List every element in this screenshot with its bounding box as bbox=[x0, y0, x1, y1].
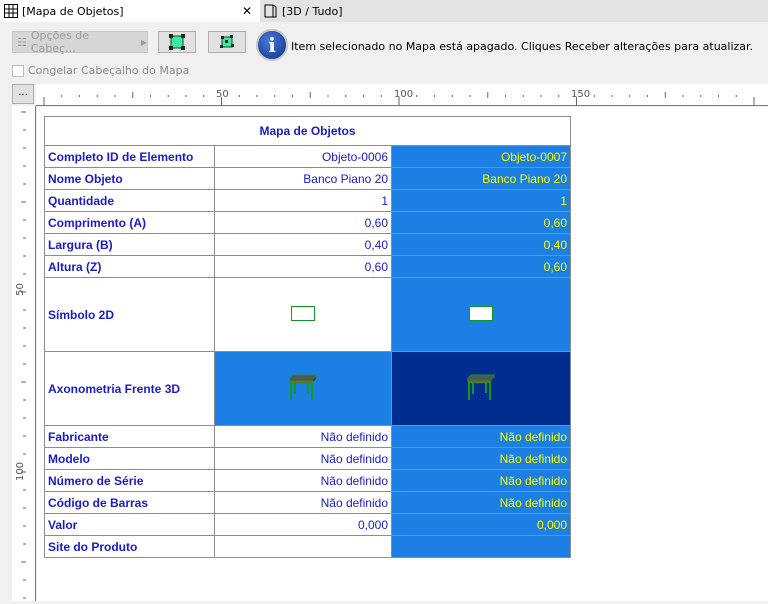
bench-3d-icon bbox=[467, 374, 495, 400]
row-label: Altura (Z) bbox=[44, 255, 215, 278]
value-cell[interactable]: Não definido bbox=[214, 425, 392, 448]
symbol-2d-icon bbox=[291, 305, 315, 321]
ruler-label: 100 bbox=[15, 461, 27, 482]
value-cell-selected[interactable]: Não definido bbox=[391, 491, 571, 514]
value-cell[interactable]: Não definido bbox=[214, 469, 392, 492]
table-row[interactable]: Axonometria Frente 3D bbox=[44, 351, 571, 426]
close-icon[interactable]: ✕ bbox=[242, 4, 252, 18]
row-label: Nome Objeto bbox=[44, 167, 215, 190]
ruler-label: 50 bbox=[14, 283, 26, 296]
value-cell-selected[interactable]: 0,40 bbox=[391, 233, 571, 256]
value-cell[interactable]: 0,000 bbox=[214, 513, 392, 536]
table-row[interactable]: Largura (B) 0,40 0,40 bbox=[44, 233, 571, 256]
table-row[interactable]: Modelo Não definido Não definido bbox=[44, 447, 571, 470]
value-cell-selected[interactable]: Não definido bbox=[391, 469, 571, 492]
tab-label: [Mapa de Objetos] bbox=[22, 4, 124, 18]
value-cell[interactable] bbox=[214, 535, 392, 558]
symbol-2d-icon bbox=[469, 305, 493, 321]
freeze-header-checkbox[interactable]: Congelar Cabeçalho do Mapa bbox=[12, 64, 189, 77]
ruler-label: 50 bbox=[216, 89, 229, 100]
table-row[interactable]: Número de Série Não definido Não definido bbox=[44, 469, 571, 492]
table-row[interactable]: Código de Barras Não definido Não definido bbox=[44, 491, 571, 514]
table-row[interactable]: Altura (Z) 0,60 0,60 bbox=[44, 255, 571, 278]
symbol-2d-cell[interactable] bbox=[214, 277, 392, 352]
row-label: Comprimento (A) bbox=[44, 211, 215, 234]
select-cube-icon bbox=[220, 35, 234, 48]
axonometry-3d-cell[interactable] bbox=[214, 351, 392, 426]
table-row[interactable]: Símbolo 2D bbox=[44, 277, 571, 352]
table-row[interactable]: Site do Produto bbox=[44, 535, 571, 558]
symbol-2d-cell[interactable] bbox=[391, 277, 571, 352]
more-button[interactable]: ... bbox=[12, 84, 34, 104]
value-cell-selected[interactable]: 0,60 bbox=[391, 255, 571, 278]
select-element-button[interactable] bbox=[158, 31, 196, 53]
table-row[interactable]: Completo ID de Elemento Objeto-0006 Objeto… bbox=[44, 145, 571, 168]
value-cell-selected[interactable]: 0,000 bbox=[391, 513, 571, 536]
freeze-header-label: Congelar Cabeçalho do Mapa bbox=[28, 64, 190, 77]
table-header-icon: ☷ bbox=[17, 35, 27, 49]
row-label: Símbolo 2D bbox=[44, 277, 215, 352]
chevron-right-icon: ▶ bbox=[140, 37, 147, 47]
info-message: Item selecionado no Mapa está apagado. C… bbox=[291, 40, 754, 53]
row-label: Completo ID de Elemento bbox=[44, 145, 215, 168]
value-cell-selected[interactable]: Não definido bbox=[391, 447, 571, 470]
row-label: Código de Barras bbox=[44, 491, 215, 514]
row-label: Fabricante bbox=[44, 425, 215, 448]
row-label: Largura (B) bbox=[44, 233, 215, 256]
value-cell-selected[interactable] bbox=[391, 535, 571, 558]
checkbox-box[interactable] bbox=[12, 64, 24, 77]
ruler-label: 150 bbox=[571, 89, 591, 100]
value-cell-selected[interactable]: Objeto-0007 bbox=[391, 145, 571, 168]
object-schedule-table: Mapa de Objetos Completo ID de Elemento O… bbox=[44, 116, 571, 558]
table-row[interactable]: Valor 0,000 0,000 bbox=[44, 513, 571, 536]
value-cell[interactable]: 0,40 bbox=[214, 233, 392, 256]
row-label: Modelo bbox=[44, 447, 215, 470]
axonometry-3d-cell[interactable] bbox=[391, 351, 571, 426]
ruler-label: 100 bbox=[394, 89, 414, 100]
select-3d-button[interactable] bbox=[208, 31, 246, 53]
top-ruler: 50 100 150 bbox=[36, 84, 768, 106]
info-icon: i bbox=[256, 29, 288, 61]
value-cell-selected[interactable]: 1 bbox=[391, 189, 571, 212]
bench-3d-icon bbox=[289, 374, 317, 400]
value-cell-selected[interactable]: Banco Piano 20 bbox=[391, 167, 571, 190]
tab-bar: [Mapa de Objetos] ✕ [3D / Tudo] bbox=[0, 0, 768, 22]
tab-3d-tudo[interactable]: [3D / Tudo] bbox=[262, 0, 342, 22]
header-options-label: Opções de Cabeç... bbox=[30, 29, 90, 55]
tab-mapa-de-objetos[interactable]: [Mapa de Objetos] ✕ bbox=[0, 0, 260, 22]
row-label: Quantidade bbox=[44, 189, 215, 212]
value-cell[interactable]: 0,60 bbox=[214, 211, 392, 234]
header-options-button[interactable]: ☷ Opções de Cabeç... ▶ bbox=[12, 29, 148, 55]
grid-icon bbox=[4, 4, 18, 18]
left-ruler: 50 100 bbox=[12, 106, 36, 601]
value-cell-selected[interactable]: Não definido bbox=[391, 425, 571, 448]
value-cell[interactable]: Objeto-0006 bbox=[214, 145, 392, 168]
3d-box-icon bbox=[264, 4, 277, 18]
value-cell[interactable]: Banco Piano 20 bbox=[214, 167, 392, 190]
row-label: Valor bbox=[44, 513, 215, 536]
row-label: Axonometria Frente 3D bbox=[44, 351, 215, 426]
toolbar: ☷ Opções de Cabeç... ▶ i Item selecionad… bbox=[0, 22, 768, 82]
row-label: Site do Produto bbox=[44, 535, 215, 558]
value-cell[interactable]: 1 bbox=[214, 189, 392, 212]
value-cell[interactable]: Não definido bbox=[214, 447, 392, 470]
table-row[interactable]: Nome Objeto Banco Piano 20 Banco Piano 20 bbox=[44, 167, 571, 190]
value-cell[interactable]: Não definido bbox=[214, 491, 392, 514]
tab-label: [3D / Tudo] bbox=[282, 4, 343, 18]
value-cell[interactable]: 0,60 bbox=[214, 255, 392, 278]
row-label: Número de Série bbox=[44, 469, 215, 492]
table-row[interactable]: Comprimento (A) 0,60 0,60 bbox=[44, 211, 571, 234]
table-title-row: Mapa de Objetos bbox=[44, 116, 571, 146]
value-cell-selected[interactable]: 0,60 bbox=[391, 211, 571, 234]
table-title: Mapa de Objetos bbox=[44, 116, 571, 146]
table-row[interactable]: Quantidade 1 1 bbox=[44, 189, 571, 212]
table-row[interactable]: Fabricante Não definido Não definido bbox=[44, 425, 571, 448]
select-square-icon bbox=[169, 34, 185, 50]
